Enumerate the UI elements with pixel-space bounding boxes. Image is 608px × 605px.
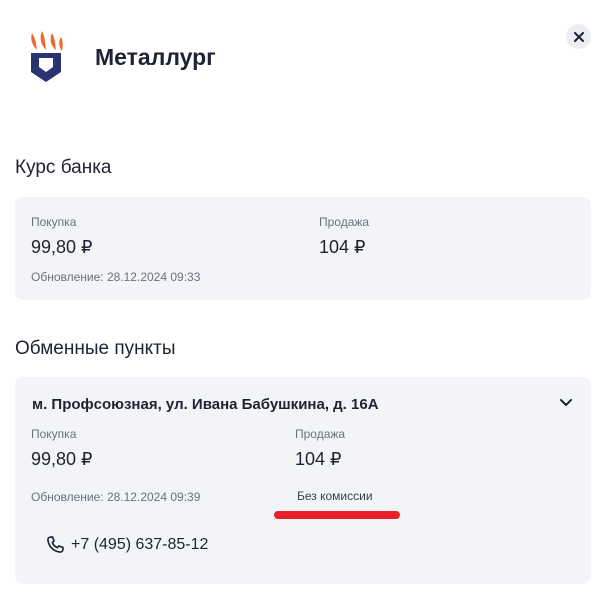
buy-label: Покупка: [31, 427, 77, 441]
bank-rate-title: Курс банка: [15, 157, 112, 178]
exchange-point-address[interactable]: м. Профсоюзная, ул. Ивана Бабушкина, д. …: [32, 396, 379, 413]
buy-value: 99,80 ₽: [31, 449, 93, 469]
close-button[interactable]: [566, 24, 591, 49]
bank-name: Металлург: [95, 44, 216, 70]
bank-rate-card: Покупка 99,80 ₽ Продажа 104 ₽ Обновление…: [15, 197, 591, 300]
bank-logo: [28, 31, 64, 83]
sell-label: Продажа: [319, 215, 370, 229]
updated-timestamp: Обновление: 28.12.2024 09:39: [31, 490, 201, 504]
exchange-points-title: Обменные пункты: [15, 338, 176, 359]
close-icon[interactable]: [573, 31, 584, 42]
exchange-point-card[interactable]: м. Профсоюзная, ул. Ивана Бабушкина, д. …: [15, 377, 591, 584]
no-fee-badge: Без комиссии: [297, 489, 373, 503]
highlight-underline: [274, 511, 400, 519]
sell-value: 104 ₽: [295, 449, 342, 469]
sell-value: 104 ₽: [319, 237, 366, 257]
chevron-down-icon[interactable]: [557, 393, 575, 411]
buy-label: Покупка: [31, 215, 77, 229]
phone-link[interactable]: +7 (495) 637-85-12: [44, 534, 208, 556]
updated-timestamp: Обновление: 28.12.2024 09:33: [31, 270, 201, 284]
phone-icon[interactable]: [44, 534, 66, 556]
sell-label: Продажа: [295, 427, 346, 441]
buy-value: 99,80 ₽: [31, 237, 93, 257]
phone-number[interactable]: +7 (495) 637-85-12: [71, 536, 208, 554]
expand-toggle[interactable]: [557, 393, 575, 411]
